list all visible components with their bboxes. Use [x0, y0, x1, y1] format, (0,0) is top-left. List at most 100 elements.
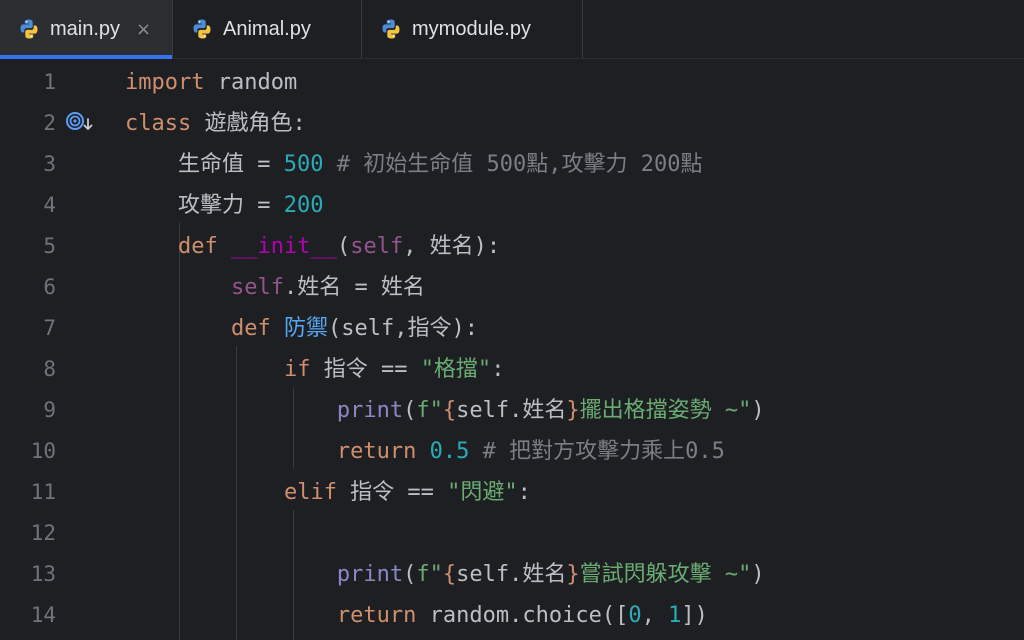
keyword: import: [125, 70, 205, 95]
code-token: ]): [681, 603, 708, 628]
comment: # 初始生命值 500點,攻擊力 200點: [323, 152, 703, 177]
python-file-icon: [18, 18, 40, 40]
code-token: =: [244, 193, 284, 218]
fstring-brace: }: [566, 562, 580, 587]
number-literal: 1: [668, 603, 682, 628]
code-text: import random: [125, 62, 297, 103]
code-line: 8 if 指令 == "格擋":: [0, 349, 1024, 390]
code-token: self.姓名: [456, 562, 567, 587]
line-number: 8: [43, 357, 56, 381]
code-text: self.姓名 = 姓名: [125, 267, 425, 308]
code-token: .姓名 = 姓名: [283, 275, 425, 300]
tab-main-py[interactable]: main.py ×: [0, 0, 172, 59]
code-text: if 指令 == "格擋":: [125, 349, 504, 390]
code-line: 3 生命值 = 500 # 初始生命值 500點,攻擊力 200點: [0, 144, 1024, 185]
code-text: elif 指令 == "閃避":: [125, 472, 531, 513]
string-literal: f": [416, 398, 443, 423]
line-number: 3: [43, 152, 56, 176]
number-literal: 200: [283, 193, 324, 218]
code-line: 10 return 0.5 # 把對方攻擊力乘上0.5: [0, 431, 1024, 472]
code-token: random.choice([: [416, 603, 629, 628]
code-token: (: [336, 234, 351, 259]
fstring-brace: {: [442, 398, 457, 423]
keyword: if: [283, 357, 311, 382]
keyword: return: [336, 603, 417, 628]
code-text: def __init__(self, 姓名):: [125, 226, 500, 267]
code-text: 攻擊力 = 200: [125, 185, 324, 226]
code-line: 4 攻擊力 = 200: [0, 185, 1024, 226]
tab-animal-py[interactable]: Animal.py: [173, 0, 361, 58]
line-number: 10: [30, 439, 56, 463]
code-token: 生命值: [177, 152, 244, 177]
fstring-brace: }: [566, 398, 580, 423]
line-number: 7: [43, 316, 56, 340]
code-text: return random.choice([0, 1]): [125, 595, 708, 636]
number-literal: 0.5: [429, 439, 470, 464]
line-number: 1: [43, 70, 56, 94]
code-line: 11 elif 指令 == "閃避":: [0, 472, 1024, 513]
code-text: class 遊戲角色:: [125, 103, 306, 144]
code-token: (: [403, 398, 417, 423]
string-literal: 擺出格擋姿勢 ~": [579, 398, 752, 423]
code-token: random: [204, 70, 298, 95]
builtin-function: print: [336, 562, 404, 587]
code-line: 7 def 防禦(self,指令):: [0, 308, 1024, 349]
tab-divider: [582, 0, 583, 58]
code-token: 指令 ==: [310, 357, 421, 382]
code-text: return 0.5 # 把對方攻擊力乘上0.5: [125, 431, 725, 472]
builtin-function: print: [336, 398, 404, 423]
string-literal: f": [416, 562, 443, 587]
line-number: 9: [43, 398, 56, 422]
line-number: 6: [43, 275, 56, 299]
code-editor[interactable]: 1 import random 2 class 遊戲角色: 3 生命值 = 50…: [0, 59, 1024, 640]
code-token: :: [517, 480, 531, 505]
string-literal: "閃避": [447, 480, 518, 505]
code-text: print(f"{self.姓名}嘗試閃躲攻擊 ~"): [125, 554, 765, 595]
code-line: 9 print(f"{self.姓名}擺出格擋姿勢 ~"): [0, 390, 1024, 431]
line-number: 4: [43, 193, 56, 217]
line-number: 5: [43, 234, 56, 258]
fstring-brace: {: [442, 562, 457, 587]
code-line: 6 self.姓名 = 姓名: [0, 267, 1024, 308]
code-token: , 姓名):: [403, 234, 501, 259]
code-token: 攻擊力: [177, 193, 244, 218]
comment: # 把對方攻擊力乘上0.5: [469, 439, 725, 464]
code-token: :: [491, 357, 505, 382]
tab-mymodule-py[interactable]: mymodule.py: [362, 0, 582, 58]
string-literal: "格擋": [420, 357, 492, 382]
code-line: 12: [0, 513, 1024, 554]
editor-tab-bar: main.py × Animal.py mymodule.py: [0, 0, 1024, 59]
string-literal: 嘗試閃躲攻擊 ~": [579, 562, 752, 587]
line-number: 13: [30, 562, 56, 586]
keyword: elif: [283, 480, 337, 505]
code-token: (: [403, 562, 417, 587]
keyword: class: [125, 111, 192, 136]
line-number: 2: [43, 111, 56, 135]
code-line: 2 class 遊戲角色:: [0, 103, 1024, 144]
code-line: 1 import random: [0, 62, 1024, 103]
tab-label: mymodule.py: [412, 17, 531, 40]
close-icon[interactable]: ×: [136, 19, 151, 40]
self-keyword: self: [350, 234, 404, 259]
keyword: return: [336, 439, 417, 464]
code-token: ): [751, 398, 765, 423]
code-line: 5 def __init__(self, 姓名):: [0, 226, 1024, 267]
tab-label: main.py: [50, 17, 121, 40]
keyword: def: [230, 316, 271, 341]
keyword: def: [177, 234, 218, 259]
self-keyword: self: [230, 275, 284, 300]
code-token: 指令 ==: [336, 480, 448, 505]
line-number: 11: [30, 480, 56, 504]
